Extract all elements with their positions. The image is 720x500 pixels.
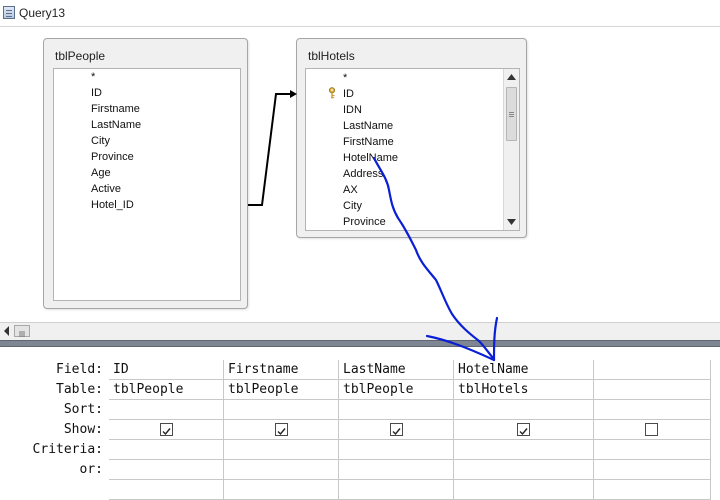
field-item[interactable]: Address [343, 166, 383, 182]
grid-cell-table[interactable]: tblPeople [339, 380, 454, 400]
grid-cell-or[interactable] [339, 460, 454, 480]
scroll-thumb[interactable] [506, 87, 517, 141]
grid-cell-show[interactable] [224, 420, 339, 440]
grid-cell-empty[interactable] [109, 480, 224, 500]
grid-cell-criteria[interactable] [109, 440, 224, 460]
grip-icon [19, 331, 25, 337]
pane-splitter[interactable] [0, 340, 720, 347]
grid-cell-empty[interactable] [339, 480, 454, 500]
arrow-up-icon [507, 74, 516, 80]
scroll-down-button[interactable] [504, 214, 519, 230]
grid-cell-criteria[interactable] [339, 440, 454, 460]
grid-cell-empty[interactable] [454, 480, 594, 500]
field-item[interactable]: IDN [343, 102, 362, 118]
grid-cell-show[interactable] [339, 420, 454, 440]
grid-cell-sort[interactable] [594, 400, 711, 420]
scroll-up-button[interactable] [504, 69, 519, 85]
grid-cell-show[interactable] [454, 420, 594, 440]
field-item[interactable]: Age [91, 165, 111, 181]
field-item[interactable]: LastName [91, 117, 141, 133]
field-item[interactable]: AX [343, 182, 358, 198]
query-title: Query13 [19, 6, 66, 20]
grid-cell-field[interactable]: Firstname [224, 360, 339, 380]
grid-cell-sort[interactable] [339, 400, 454, 420]
field-item[interactable]: Active [91, 181, 121, 197]
grid-cell-table[interactable]: tblHotels [454, 380, 594, 400]
grid-cell-table[interactable]: tblPeople [224, 380, 339, 400]
grid-cell-show[interactable] [594, 420, 711, 440]
show-checkbox[interactable] [517, 423, 530, 436]
field-list[interactable]: * ID Firstname LastName City Province Ag… [53, 68, 241, 301]
checkmark-icon [519, 428, 528, 436]
query-icon [3, 6, 15, 19]
grid-cell-or[interactable] [454, 460, 594, 480]
grid-cell-table[interactable] [594, 380, 711, 400]
primary-key-icon [329, 87, 335, 99]
grid-cell-sort[interactable] [224, 400, 339, 420]
grid-cell-empty[interactable] [594, 480, 711, 500]
row-label-show: Show: [63, 422, 103, 437]
grid-cell-field[interactable]: HotelName [454, 360, 594, 380]
grid-cell-sort[interactable] [109, 400, 224, 420]
field-item[interactable]: Province [343, 214, 386, 230]
field-item[interactable]: HotelName [343, 150, 398, 166]
grid-cell-show[interactable] [109, 420, 224, 440]
grid-cell-or[interactable] [594, 460, 711, 480]
row-label-table: Table: [56, 382, 103, 397]
show-checkbox[interactable] [275, 423, 288, 436]
query-design-grid[interactable]: Field: Table: Sort: Show: Criteria: or: … [0, 347, 720, 500]
horizontal-scrollbar[interactable] [0, 322, 720, 340]
field-item[interactable]: * [91, 69, 95, 85]
field-item[interactable]: City [343, 198, 362, 214]
checkmark-icon [392, 428, 401, 436]
field-item[interactable]: Hotel_ID [91, 197, 134, 213]
query-design-pane[interactable]: tblPeople * ID Firstname LastName City P… [0, 27, 720, 322]
table-title[interactable]: tblHotels [308, 49, 355, 63]
scroll-thumb[interactable] [14, 325, 30, 337]
document-tab[interactable]: Query13 [0, 0, 720, 27]
grid-cell-criteria[interactable] [224, 440, 339, 460]
checkmark-icon [162, 428, 171, 436]
grid-cell-or[interactable] [224, 460, 339, 480]
arrow-left-icon [4, 326, 9, 336]
field-item[interactable]: City [91, 133, 110, 149]
field-item[interactable]: Firstname [91, 101, 140, 117]
grid-cell-table[interactable]: tblPeople [109, 380, 224, 400]
row-label-or: or: [79, 462, 103, 477]
row-label-field: Field: [56, 362, 103, 377]
show-checkbox[interactable] [645, 423, 658, 436]
field-list[interactable]: * ID IDN LastName FirstName HotelName Ad… [305, 68, 520, 231]
field-item[interactable]: FirstName [343, 134, 394, 150]
grid-cell-criteria[interactable] [454, 440, 594, 460]
field-item[interactable]: LastName [343, 118, 393, 134]
table-title[interactable]: tblPeople [55, 49, 105, 63]
show-checkbox[interactable] [160, 423, 173, 436]
grid-cell-field[interactable]: ID [109, 360, 224, 380]
table-box-tblpeople[interactable]: tblPeople * ID Firstname LastName City P… [43, 38, 248, 309]
field-item[interactable]: Province [91, 149, 134, 165]
grid-cell-field[interactable]: LastName [339, 360, 454, 380]
grid-cell-field[interactable] [594, 360, 711, 380]
show-checkbox[interactable] [390, 423, 403, 436]
checkmark-icon [277, 428, 286, 436]
grid-cell-empty[interactable] [224, 480, 339, 500]
field-item[interactable]: ID [91, 85, 102, 101]
grid-cell-or[interactable] [109, 460, 224, 480]
table-box-tblhotels[interactable]: tblHotels * ID IDN LastName FirstName Ho… [296, 38, 527, 238]
field-item[interactable]: * [343, 70, 347, 86]
grid-cell-criteria[interactable] [594, 440, 711, 460]
grid-cell-sort[interactable] [454, 400, 594, 420]
field-item[interactable]: ID [343, 86, 354, 102]
vertical-scrollbar[interactable] [503, 69, 519, 230]
row-label-criteria: Criteria: [32, 442, 103, 457]
row-label-sort: Sort: [63, 402, 103, 417]
arrow-down-icon [507, 219, 516, 225]
scroll-left-button[interactable] [0, 323, 14, 339]
